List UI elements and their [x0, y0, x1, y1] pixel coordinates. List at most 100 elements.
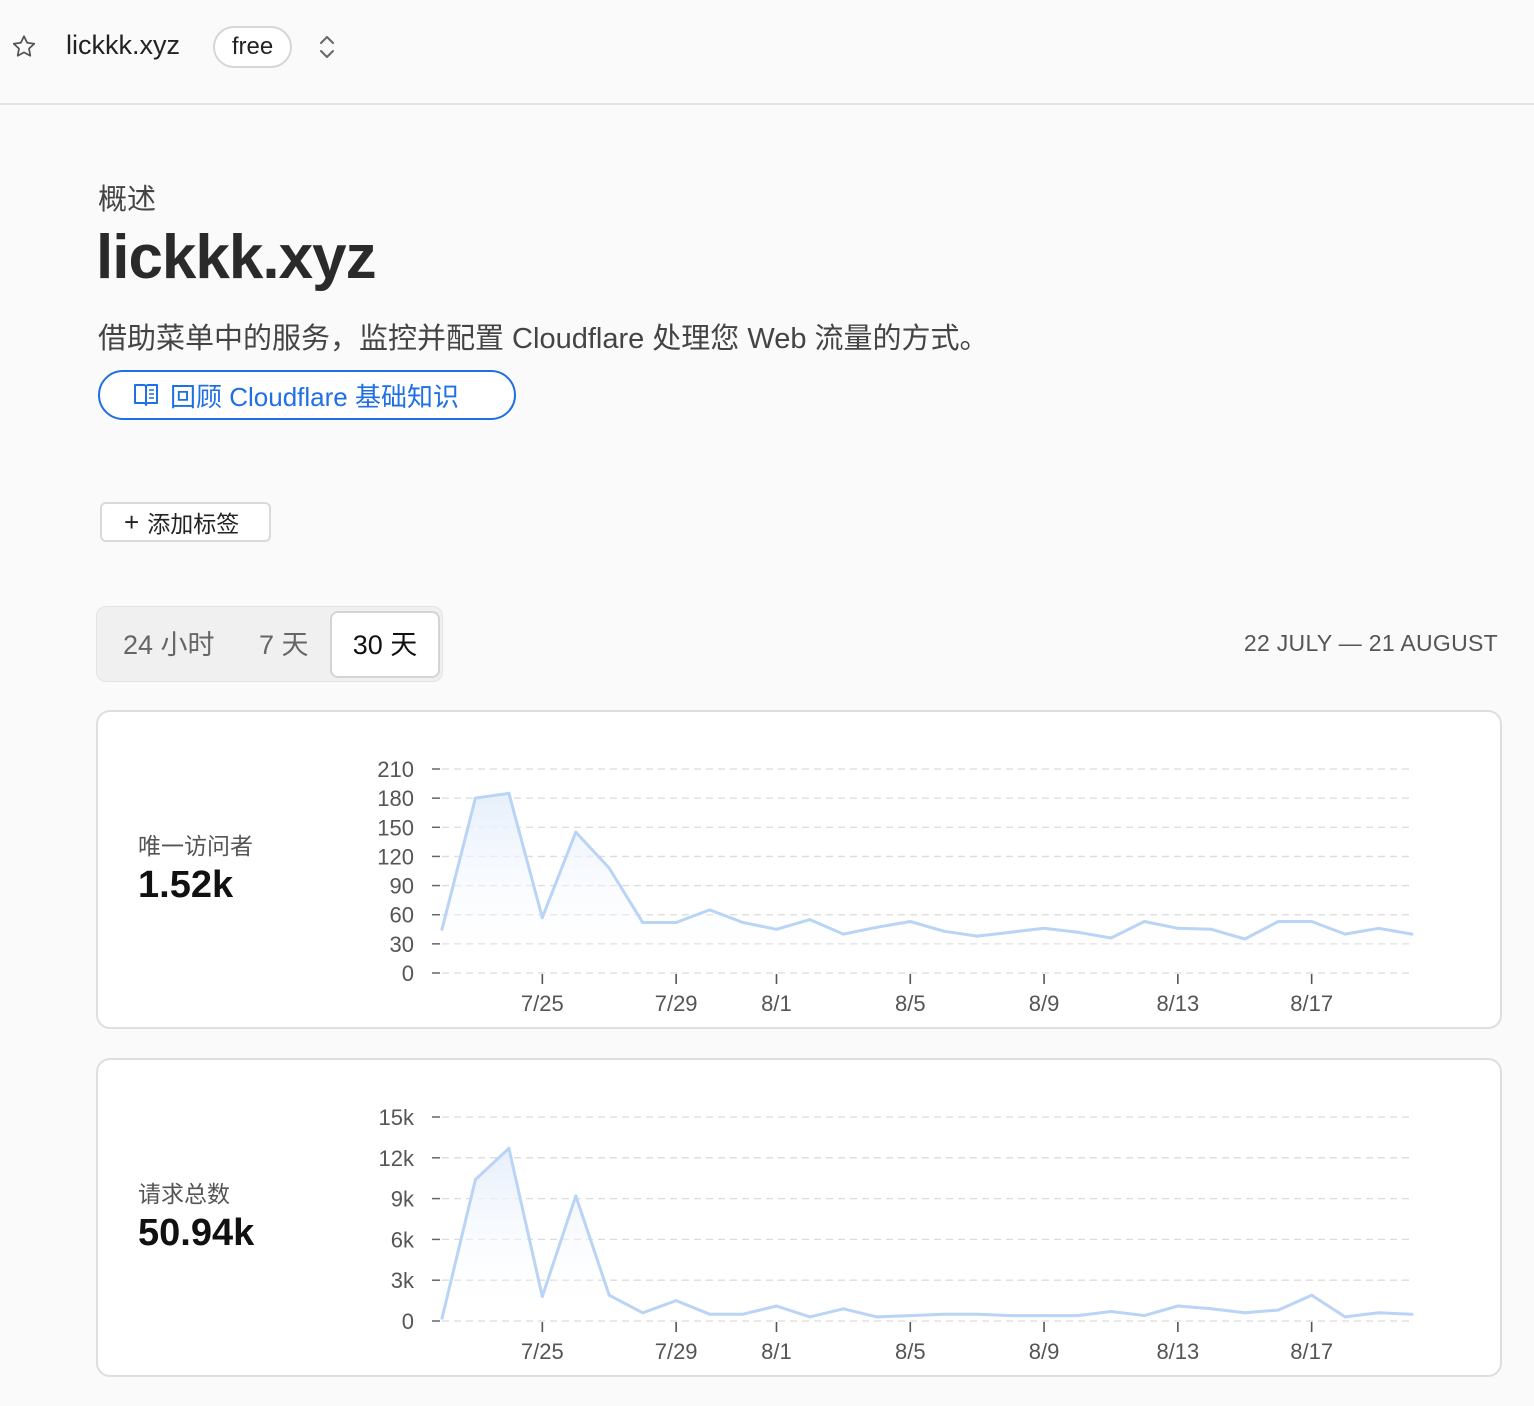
- time-range-tabs: 24 小时 7 天 30 天: [96, 606, 443, 682]
- data-point[interactable]: [1009, 930, 1013, 934]
- data-point[interactable]: [942, 929, 946, 933]
- data-point[interactable]: [741, 920, 745, 924]
- top-bar: lickkk.xyz free: [0, 0, 1534, 105]
- x-tick-label: 8/17: [1290, 1339, 1333, 1364]
- data-point[interactable]: [774, 1304, 778, 1308]
- data-point[interactable]: [1410, 1312, 1414, 1316]
- chevron-up-down-icon[interactable]: [316, 32, 338, 62]
- y-tick-label: 210: [377, 757, 414, 782]
- data-point[interactable]: [641, 920, 645, 924]
- total-requests-card: 请求总数 50.94k 0 3k 6k 9k 12k 15k 7/25 7/29 8/1 8/5 8…: [96, 1058, 1502, 1377]
- data-point[interactable]: [674, 1299, 678, 1303]
- data-point[interactable]: [741, 1312, 745, 1316]
- data-point[interactable]: [1243, 937, 1247, 941]
- add-tag-button[interactable]: + 添加标签: [100, 502, 271, 542]
- data-point[interactable]: [1343, 932, 1347, 936]
- data-point[interactable]: [908, 1314, 912, 1318]
- data-point[interactable]: [774, 927, 778, 931]
- data-point[interactable]: [1176, 1304, 1180, 1308]
- data-point[interactable]: [1377, 1311, 1381, 1315]
- tab-24-hours[interactable]: 24 小时: [123, 607, 215, 683]
- data-point[interactable]: [1310, 920, 1314, 924]
- y-tick-label: 180: [377, 786, 414, 811]
- x-tick-label: 8/9: [1029, 991, 1060, 1016]
- breadcrumb: 概述: [98, 184, 157, 216]
- data-point[interactable]: [607, 1293, 611, 1297]
- x-tick-label: 7/25: [521, 1339, 564, 1364]
- data-point[interactable]: [1209, 927, 1213, 931]
- unique-visitors-chart: 0 30 60 90 120 150 180 210 7/25 7/29 8/1 8/5 8/9 8/13…: [377, 757, 1414, 1016]
- data-point[interactable]: [1142, 920, 1146, 924]
- data-point[interactable]: [1109, 936, 1113, 940]
- data-point[interactable]: [507, 1146, 511, 1150]
- page-title: lickkk.xyz: [96, 223, 377, 292]
- x-tick-label: 8/1: [761, 1339, 792, 1364]
- y-tick-label: 0: [402, 961, 414, 986]
- data-point[interactable]: [1109, 1309, 1113, 1313]
- data-point[interactable]: [708, 1312, 712, 1316]
- y-tick-label: 120: [377, 844, 414, 869]
- data-point[interactable]: [841, 932, 845, 936]
- data-point[interactable]: [1243, 1311, 1247, 1315]
- data-point[interactable]: [473, 796, 477, 800]
- data-point[interactable]: [975, 934, 979, 938]
- x-tick-label: 8/5: [895, 991, 926, 1016]
- x-tick-label: 7/29: [655, 1339, 698, 1364]
- data-point[interactable]: [607, 866, 611, 870]
- data-point[interactable]: [674, 920, 678, 924]
- y-tick-label: 9k: [391, 1187, 415, 1212]
- y-tick-label: 30: [390, 932, 414, 957]
- zone-name[interactable]: lickkk.xyz: [66, 30, 180, 61]
- data-point[interactable]: [1377, 926, 1381, 930]
- x-tick-label: 7/25: [521, 991, 564, 1016]
- data-point[interactable]: [574, 1194, 578, 1198]
- data-point[interactable]: [1076, 1314, 1080, 1318]
- data-point[interactable]: [1276, 920, 1280, 924]
- total-requests-chart: 0 3k 6k 9k 12k 15k 7/25 7/29 8/1 8/5 8/9 8/13 8/17: [379, 1105, 1414, 1364]
- x-tick-label: 7/29: [655, 991, 698, 1016]
- learn-basics-label: 回顾 Cloudflare 基础知识: [170, 381, 459, 412]
- plus-icon: +: [124, 507, 140, 537]
- series-area: [442, 793, 1412, 973]
- data-point[interactable]: [1042, 926, 1046, 930]
- y-tick-label: 150: [377, 815, 414, 840]
- y-tick-label: 15k: [379, 1105, 415, 1130]
- data-point[interactable]: [908, 920, 912, 924]
- y-tick-label: 0: [402, 1309, 414, 1334]
- data-point[interactable]: [641, 1311, 645, 1315]
- data-point[interactable]: [574, 830, 578, 834]
- data-point[interactable]: [841, 1307, 845, 1311]
- data-point[interactable]: [875, 925, 879, 929]
- date-range: 22 JULY — 21 AUGUST: [1243, 630, 1498, 656]
- data-point[interactable]: [708, 908, 712, 912]
- data-point[interactable]: [540, 916, 544, 920]
- data-point[interactable]: [808, 1315, 812, 1319]
- data-point[interactable]: [440, 927, 444, 931]
- x-tick-label: 8/13: [1156, 1339, 1199, 1364]
- tab-7-days[interactable]: 7 天: [259, 607, 309, 683]
- add-tag-label: 添加标签: [147, 511, 240, 537]
- data-point[interactable]: [440, 1316, 444, 1320]
- data-point[interactable]: [1042, 1314, 1046, 1318]
- data-point[interactable]: [1076, 930, 1080, 934]
- data-point[interactable]: [1310, 1293, 1314, 1297]
- data-point[interactable]: [1209, 1307, 1213, 1311]
- data-point[interactable]: [1410, 932, 1414, 936]
- data-point[interactable]: [975, 1312, 979, 1316]
- data-point[interactable]: [1343, 1315, 1347, 1319]
- data-point[interactable]: [473, 1178, 477, 1182]
- data-point[interactable]: [1276, 1308, 1280, 1312]
- star-icon[interactable]: [10, 33, 38, 61]
- y-tick-label: 90: [390, 874, 414, 899]
- data-point[interactable]: [507, 791, 511, 795]
- data-point[interactable]: [808, 918, 812, 922]
- x-tick-label: 8/9: [1029, 1339, 1060, 1364]
- learn-basics-button[interactable]: 回顾 Cloudflare 基础知识: [98, 370, 516, 420]
- data-point[interactable]: [1142, 1314, 1146, 1318]
- data-point[interactable]: [875, 1315, 879, 1319]
- data-point[interactable]: [540, 1295, 544, 1299]
- data-point[interactable]: [1176, 926, 1180, 930]
- data-point[interactable]: [942, 1312, 946, 1316]
- data-point[interactable]: [1009, 1314, 1013, 1318]
- tab-30-days[interactable]: 30 天: [330, 611, 440, 678]
